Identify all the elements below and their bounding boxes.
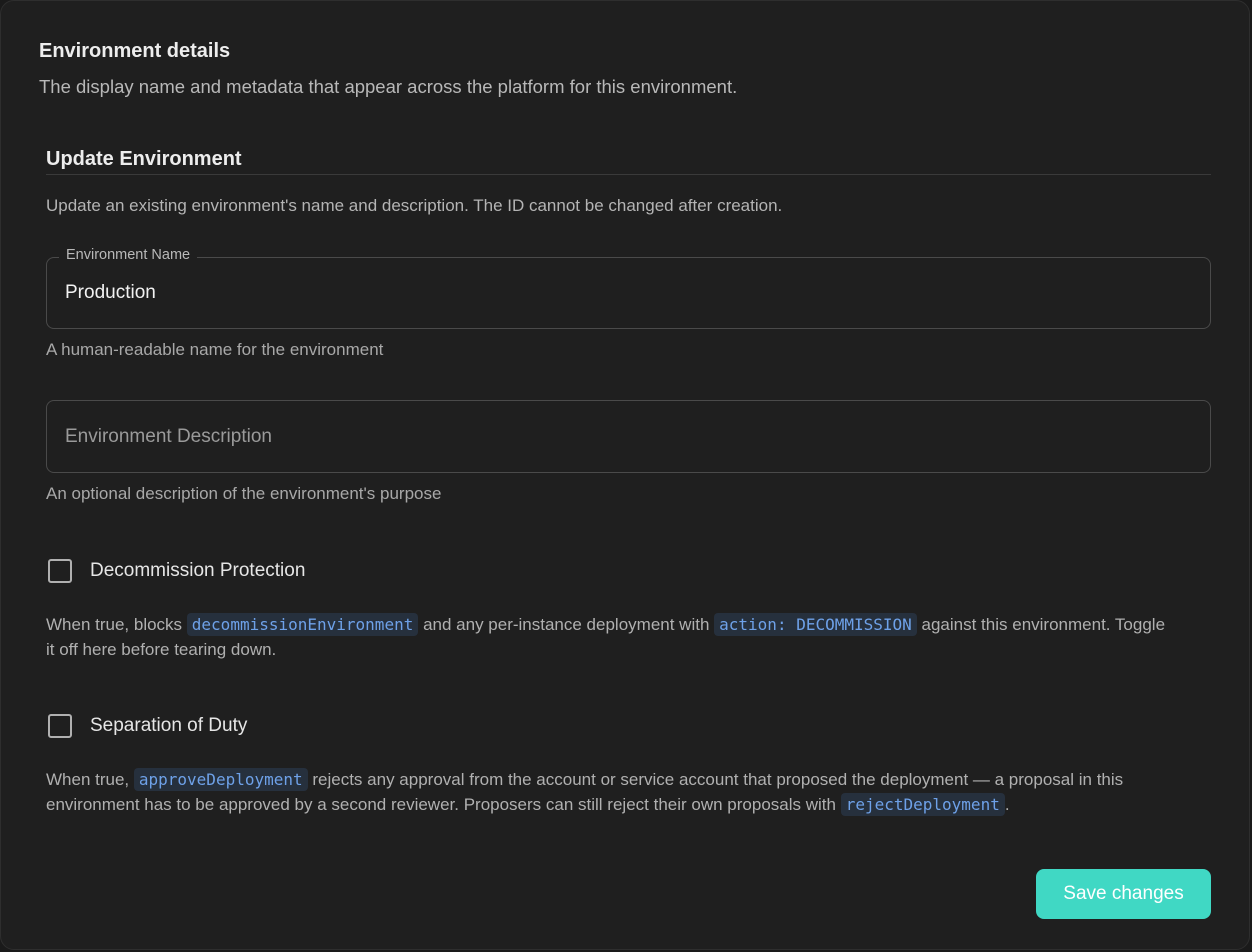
separation-text-3: . [1004,795,1010,814]
separation-of-duty-checkbox[interactable] [48,714,72,738]
section-description: The display name and metadata that appea… [39,76,738,97]
decommission-protection-label: Decommission Protection [90,560,306,581]
separation-code-2: rejectDeployment [840,793,1005,816]
separation-of-duty-toggle[interactable]: Separation of Duty [46,714,247,738]
decommission-text-1: When true, blocks [46,615,187,634]
decommission-protection-description: When true, blocks decommissionEnvironmen… [46,612,1166,662]
separation-text-1: When true, [46,770,134,789]
environment-name-field: Environment Name [46,247,1211,329]
save-changes-button[interactable]: Save changes [1036,869,1211,919]
separation-code-1: approveDeployment [133,768,308,791]
form-header: Update Environment [46,148,1211,175]
environment-details-card: Environment details The display name and… [0,0,1250,950]
decommission-code-2: action: DECOMMISSION [714,613,917,636]
environment-name-helper: A human-readable name for the environmen… [46,340,384,359]
section-title: Environment details [39,40,231,62]
environment-description-input[interactable] [65,401,1185,472]
decommission-text-2: and any per-instance deployment with [418,615,715,634]
form-title: Update Environment [46,148,242,170]
separation-of-duty-label: Separation of Duty [90,715,248,736]
environment-description-field [46,400,1211,473]
decommission-protection-checkbox[interactable] [48,559,72,583]
decommission-protection-toggle[interactable]: Decommission Protection [46,559,305,583]
decommission-code-1: decommissionEnvironment [186,613,419,636]
separation-of-duty-description: When true, approveDeployment rejects any… [46,767,1166,817]
form-description: Update an existing environment's name an… [46,196,783,215]
environment-description-helper: An optional description of the environme… [46,484,442,503]
environment-name-input[interactable] [65,258,1185,328]
